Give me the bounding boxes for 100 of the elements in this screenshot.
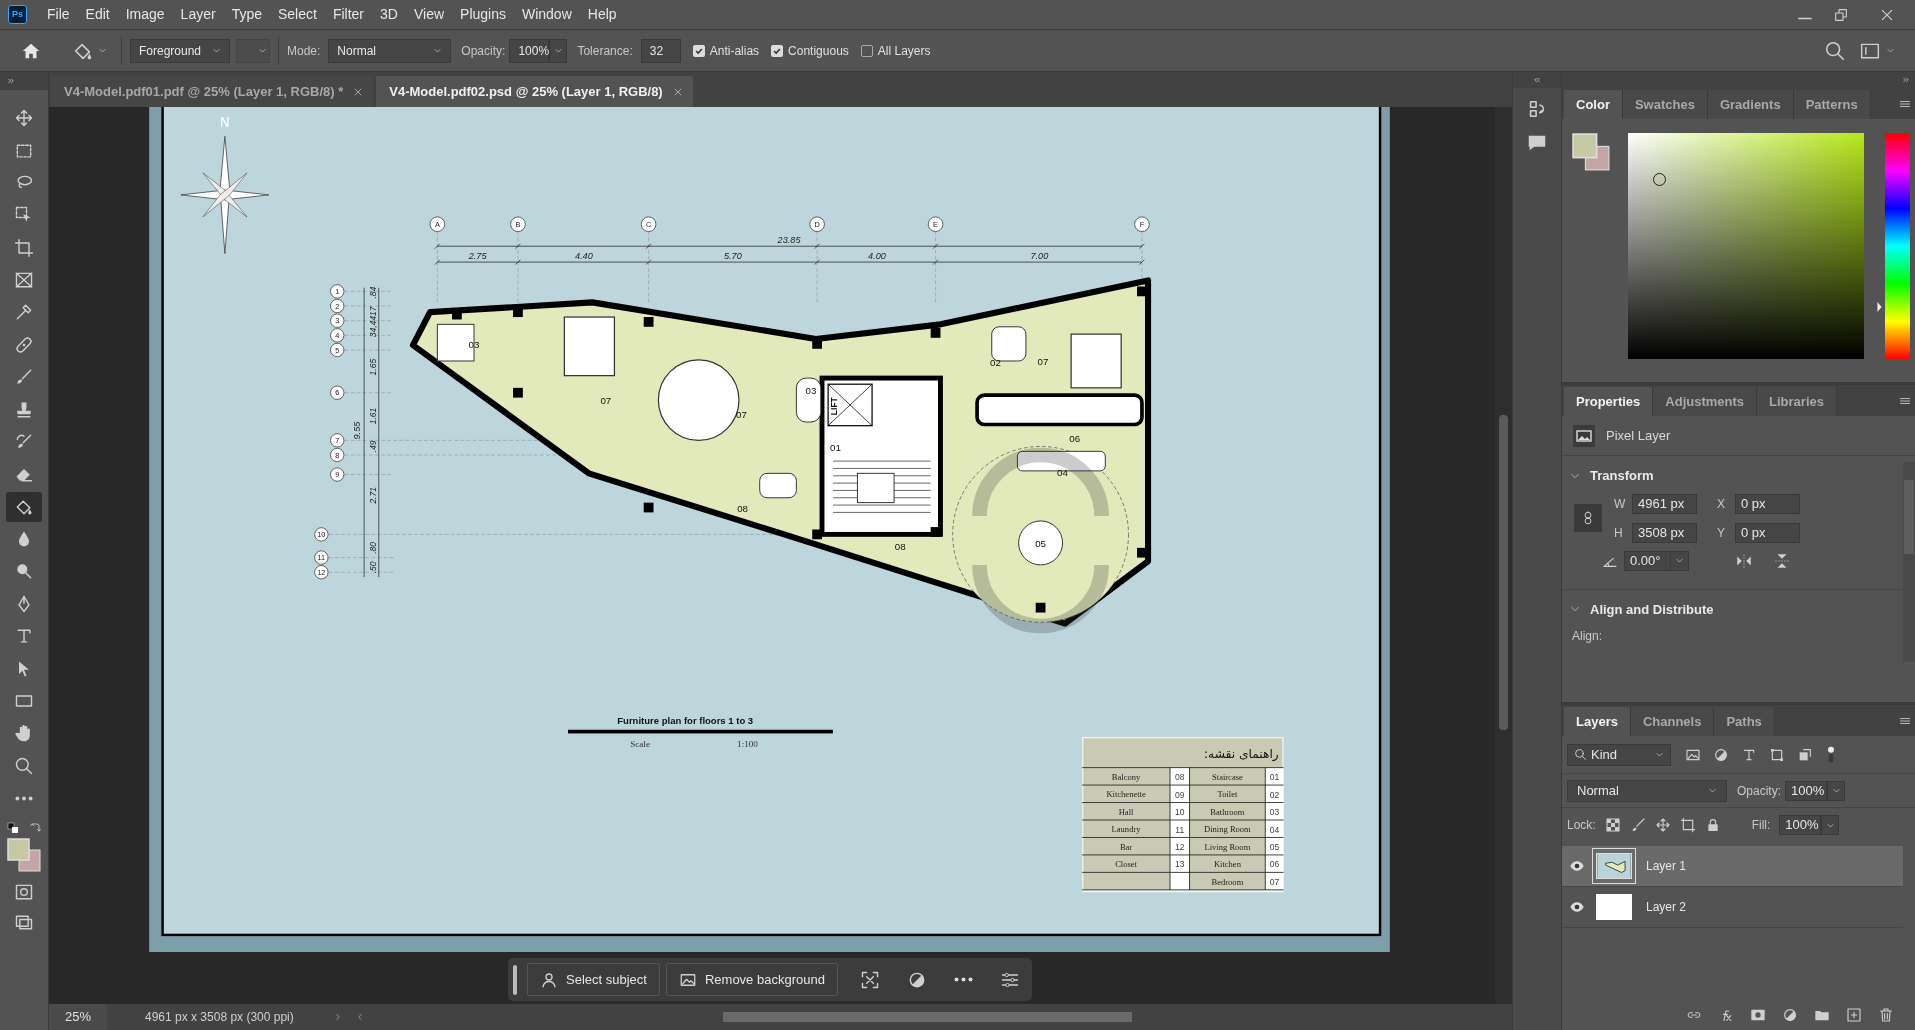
layer-name[interactable]: Layer 2 [1646, 898, 1687, 916]
panel-tab[interactable]: Properties [1564, 387, 1654, 416]
shape-filter-icon[interactable] [1769, 746, 1785, 763]
transform-icon[interactable] [859, 969, 880, 990]
adjustment-layer-icon[interactable] [1781, 1007, 1799, 1023]
scrollbar-thumb[interactable] [722, 1012, 1132, 1022]
menu-item[interactable]: Select [270, 4, 325, 25]
scrollbar-track[interactable] [1495, 107, 1512, 1004]
legend-number: 08 [1175, 772, 1185, 783]
legend-number: 02 [1269, 789, 1280, 800]
fill-source-dropdown[interactable]: Foreground [130, 38, 230, 63]
panel-tab[interactable]: Swatches [1622, 90, 1708, 119]
menu-item[interactable]: Layer [172, 4, 224, 25]
flip-horizontal-icon[interactable] [1735, 551, 1753, 570]
lock-label: Lock: [1567, 817, 1596, 834]
link-button[interactable] [1574, 504, 1602, 532]
blend-mode-dropdown[interactable]: Normal [1567, 779, 1727, 802]
new-layer-icon[interactable] [1845, 1007, 1863, 1023]
drag-handle[interactable] [513, 964, 517, 995]
panel-tab[interactable]: Paths [1714, 707, 1775, 736]
room-number: 07 [600, 394, 612, 406]
trash-icon[interactable] [1877, 1007, 1895, 1023]
panel-tab[interactable]: Adjustments [1653, 387, 1758, 416]
app-logo[interactable]: Ps [8, 5, 27, 24]
eye-icon[interactable] [1569, 899, 1585, 915]
fill-field[interactable]: 100% [1779, 815, 1822, 835]
legend-entry: Bathroom [1210, 806, 1245, 817]
panel-tab[interactable]: Gradients [1707, 90, 1794, 119]
checkbox-label[interactable]: Contiguous [788, 41, 849, 60]
menu-item[interactable]: Window [513, 4, 580, 25]
panel-tab[interactable]: Channels [1630, 707, 1715, 736]
document-tab[interactable]: V4-Model.pdf01.pdf @ 25% (Layer 1, RGB/8) * [51, 76, 374, 107]
grid-row-label: 6 [335, 388, 340, 398]
more-icon[interactable] [953, 977, 973, 982]
grid-row-label: 11 [317, 553, 326, 563]
color-swatches-icon[interactable] [7, 838, 41, 873]
legend-number: 07 [1269, 876, 1280, 887]
menu-item[interactable]: Filter [324, 4, 373, 25]
layer-thumbnail [1596, 894, 1632, 920]
task-button[interactable]: Select subject [527, 963, 660, 996]
task-button[interactable]: Remove background [665, 963, 838, 996]
checkbox-label[interactable]: Anti-alias [709, 41, 760, 60]
expand-icon[interactable] [6, 77, 16, 85]
eye-icon[interactable] [1569, 858, 1585, 874]
menu-item[interactable]: Edit [77, 4, 118, 25]
smart-object-filter-icon[interactable] [1797, 746, 1813, 763]
artboard-icon[interactable] [1679, 817, 1696, 833]
adjustment-filter-icon[interactable] [1713, 746, 1729, 763]
menu-item[interactable]: File [39, 4, 78, 25]
layer-name[interactable]: Layer 1 [1646, 857, 1687, 875]
filter-dropdown[interactable]: Kind [1567, 743, 1671, 766]
angle-field[interactable]: 0.00° [1624, 550, 1689, 571]
layer-mask-icon[interactable] [1749, 1007, 1767, 1023]
close-icon[interactable] [353, 86, 364, 97]
opacity-label: Opacity: [1737, 782, 1781, 800]
width-field[interactable]: 4961 px [1632, 493, 1697, 514]
tool-button[interactable] [6, 491, 42, 522]
section-title[interactable]: Transform [1590, 466, 1654, 486]
color-swatches-icon[interactable] [1572, 133, 1610, 171]
checkbox[interactable] [692, 44, 705, 57]
checkbox-label[interactable]: All Layers [877, 41, 931, 60]
height-field[interactable]: 3508 px [1632, 522, 1697, 543]
menu-item[interactable]: Image [117, 4, 173, 25]
section-title[interactable]: Align and Distribute [1590, 599, 1714, 619]
close-icon[interactable] [672, 86, 683, 97]
zoom-field[interactable]: 25% [49, 1004, 107, 1030]
layer-row[interactable]: Layer 1 [1562, 846, 1903, 887]
filter-toggle-icon[interactable] [1825, 745, 1837, 764]
expand-icon[interactable] [1901, 76, 1911, 84]
lock-pixels-icon[interactable] [1604, 817, 1621, 833]
collapse-icon[interactable] [1532, 76, 1542, 84]
hue-slider-thumb[interactable] [1876, 302, 1883, 312]
x-field[interactable]: 0 px [1735, 493, 1800, 514]
search-icon[interactable] [1824, 39, 1846, 62]
scrollbar-track[interactable] [1903, 462, 1915, 662]
document-tab[interactable]: V4-Model.pdf02.psd @ 25% (Layer 1, RGB/8) [376, 76, 693, 107]
grid-row-label: 9 [335, 470, 340, 480]
default-colors-icon[interactable] [7, 822, 19, 835]
flip-vertical-icon[interactable] [1773, 551, 1791, 570]
panel-tab[interactable]: Patterns [1793, 90, 1871, 119]
scrollbar-thumb[interactable] [1499, 415, 1508, 730]
move-icon[interactable] [1654, 817, 1671, 833]
opacity-field[interactable]: 100% [1785, 780, 1827, 801]
checkbox[interactable] [771, 44, 784, 57]
menu-item[interactable]: Help [579, 4, 625, 25]
menu-item[interactable]: 3D [372, 4, 406, 25]
caret-icon [433, 46, 443, 55]
hue-slider[interactable] [1876, 133, 1910, 359]
panel-tab[interactable]: Layers [1564, 707, 1631, 736]
tolerance-field[interactable]: 32 [640, 38, 681, 63]
panel-tab[interactable]: Color [1564, 90, 1623, 119]
menu-item[interactable]: Type [223, 4, 270, 25]
checkbox[interactable] [860, 44, 873, 57]
mode-dropdown[interactable]: Normal [328, 38, 452, 63]
opacity-field[interactable]: 100% [509, 38, 550, 63]
panel-tab[interactable]: Libraries [1757, 387, 1837, 416]
menu-item[interactable]: Plugins [452, 4, 514, 25]
menu-item[interactable]: View [405, 4, 453, 25]
color-field[interactable] [1628, 133, 1864, 359]
y-field[interactable]: 0 px [1735, 522, 1800, 543]
